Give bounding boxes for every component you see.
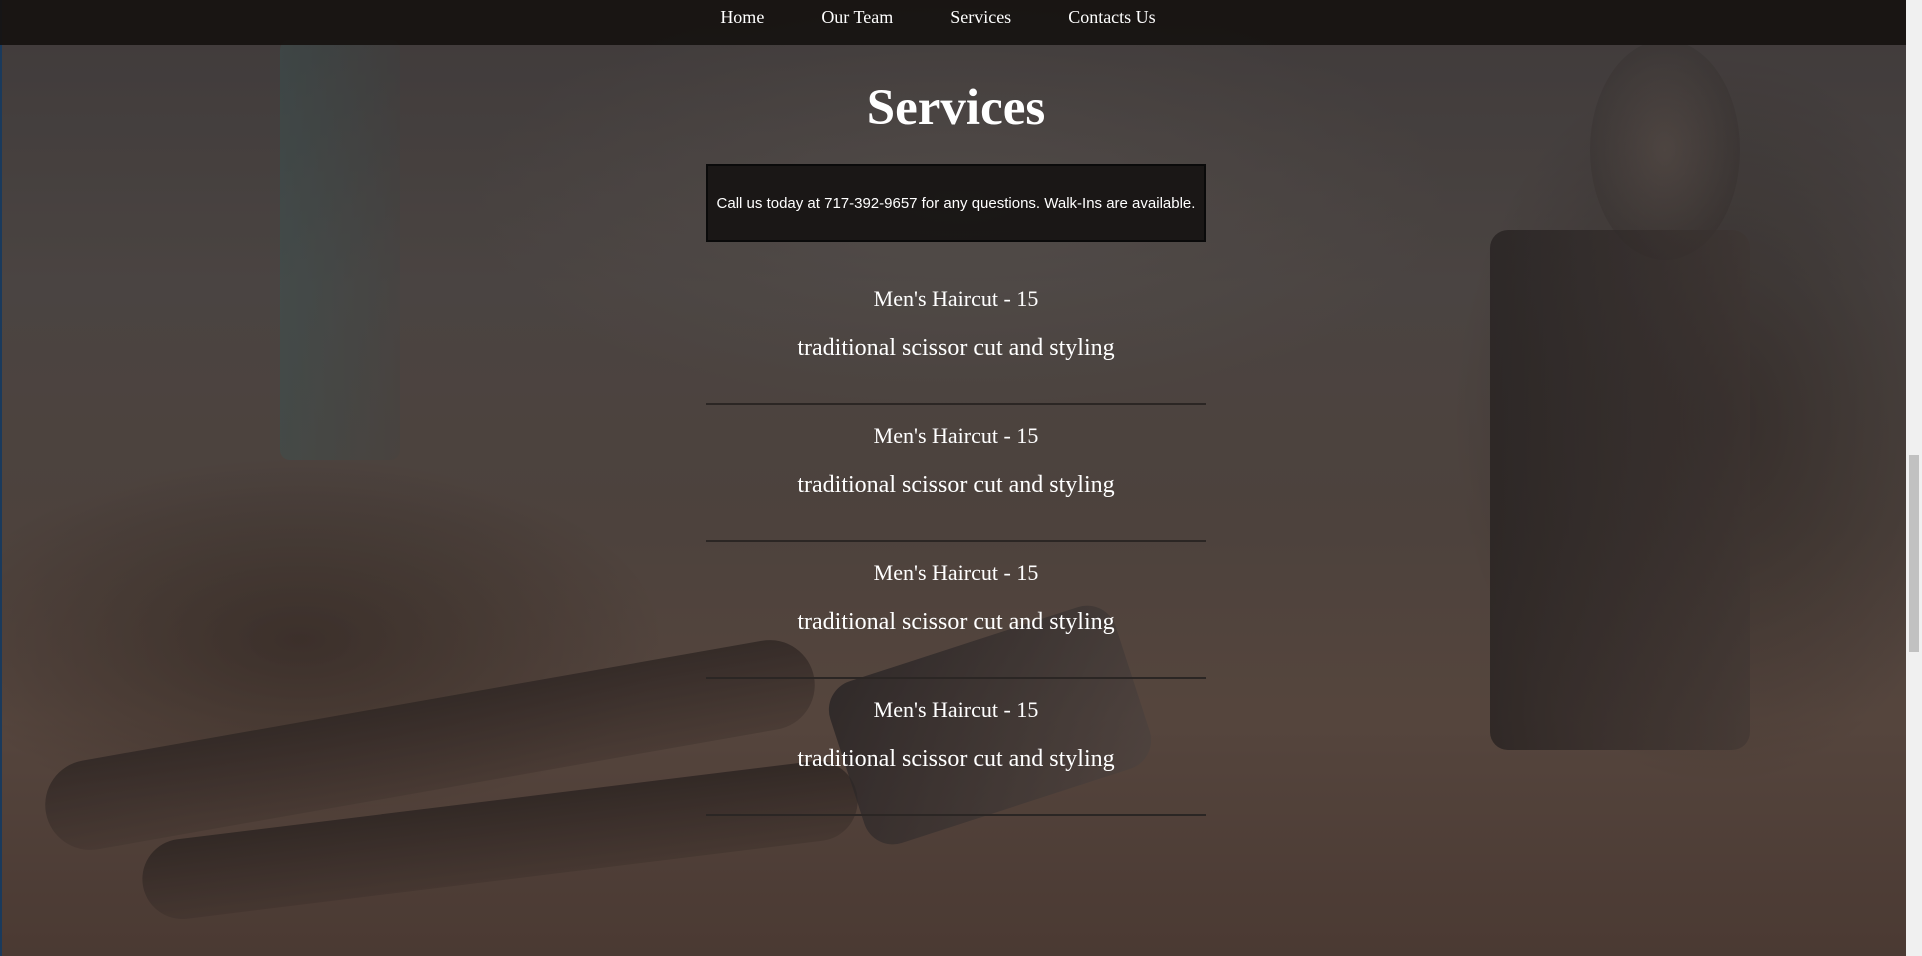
call-notice-box: Call us today at 717-392-9657 for any qu… (706, 164, 1206, 242)
nav-link-our-team[interactable]: Our Team (821, 7, 893, 38)
service-description: traditional scissor cut and styling (797, 335, 1115, 361)
service-list: Men's Haircut - 15 traditional scissor c… (706, 270, 1206, 816)
scrollbar-thumb[interactable] (1909, 455, 1919, 652)
page-title: Services (866, 80, 1046, 136)
page: Home Our Team Services Contacts Us Servi… (0, 0, 1922, 956)
top-navbar: Home Our Team Services Contacts Us (0, 0, 1906, 45)
service-description: traditional scissor cut and styling (797, 609, 1115, 635)
service-item: Men's Haircut - 15 traditional scissor c… (706, 270, 1206, 405)
nav-link-home[interactable]: Home (720, 7, 764, 38)
window-left-edge (0, 0, 2, 956)
service-item: Men's Haircut - 15 traditional scissor c… (706, 407, 1206, 542)
call-notice-text: Call us today at 717-392-9657 for any qu… (716, 194, 1196, 212)
services-section: Services Call us today at 717-392-9657 f… (706, 45, 1206, 816)
page-scrollbar[interactable] (1906, 0, 1922, 956)
service-description: traditional scissor cut and styling (797, 472, 1115, 498)
nav-link-contacts-us[interactable]: Contacts Us (1068, 7, 1156, 38)
service-name: Men's Haircut - 15 (873, 423, 1039, 448)
service-description: traditional scissor cut and styling (797, 746, 1115, 772)
service-name: Men's Haircut - 15 (873, 560, 1039, 585)
service-name: Men's Haircut - 15 (873, 697, 1039, 722)
service-item: Men's Haircut - 15 traditional scissor c… (706, 681, 1206, 816)
service-item: Men's Haircut - 15 traditional scissor c… (706, 544, 1206, 679)
service-name: Men's Haircut - 15 (873, 286, 1039, 311)
nav-link-services[interactable]: Services (950, 7, 1011, 38)
nav-list: Home Our Team Services Contacts Us (720, 7, 1155, 38)
